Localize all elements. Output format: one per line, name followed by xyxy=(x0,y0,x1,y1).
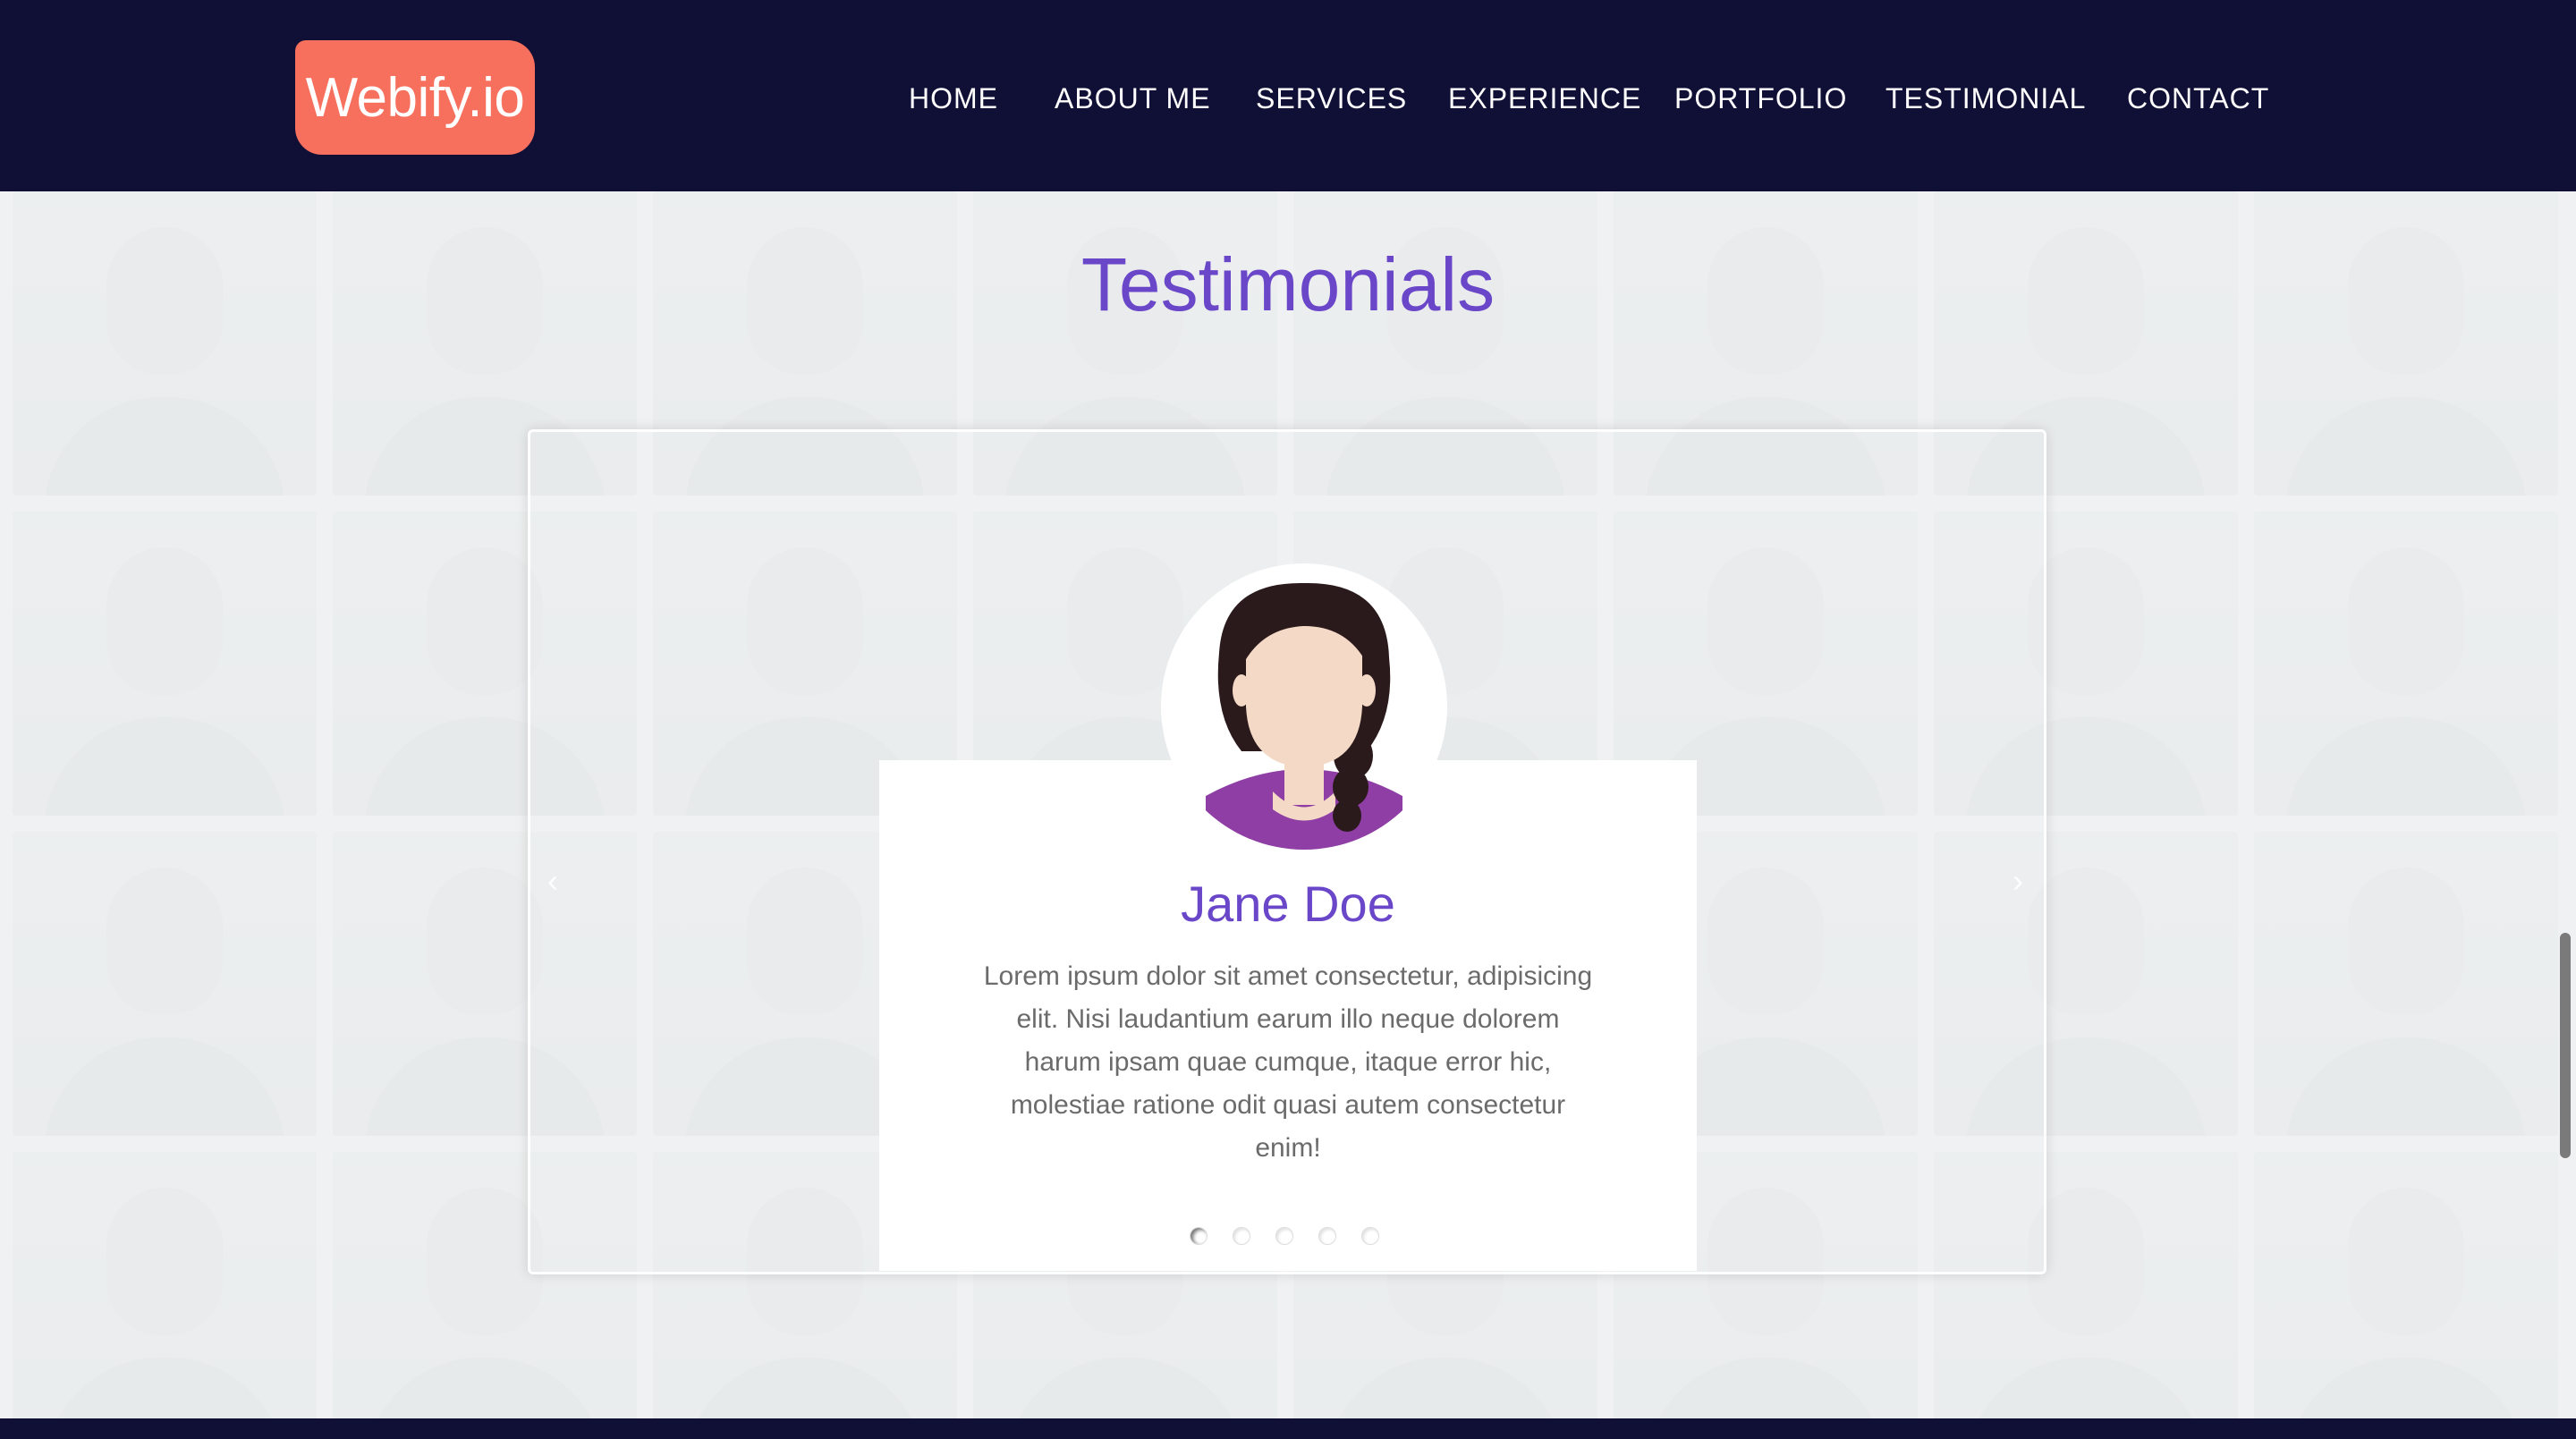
brand-logo[interactable]: Webify.io xyxy=(295,40,535,155)
page: Webify.io HOME ABOUT ME SERVICES EXPERIE… xyxy=(0,0,2576,1439)
carousel-next-arrow-icon[interactable]: › xyxy=(2012,863,2034,899)
nav-link-contact[interactable]: CONTACT xyxy=(2127,76,2269,121)
carousel-dot-3[interactable] xyxy=(1275,1227,1293,1245)
nav-link-testimonial[interactable]: TESTIMONIAL xyxy=(1885,76,2086,121)
female-avatar-icon xyxy=(1206,582,1402,850)
carousel-dot-5[interactable] xyxy=(1361,1227,1379,1245)
section-title: Testimonials xyxy=(1080,242,1496,326)
nav-link-about-me[interactable]: ABOUT ME xyxy=(1055,76,1211,121)
testimonial-avatar xyxy=(1161,563,1447,850)
testimonial-quote: Lorem ipsum dolor sit amet consectetur, … xyxy=(983,961,1593,1163)
nav-link-services[interactable]: SERVICES xyxy=(1256,76,1407,121)
page-scrollbar-thumb[interactable] xyxy=(2560,933,2571,1158)
carousel-dot-4[interactable] xyxy=(1318,1227,1336,1245)
carousel-dot-1[interactable] xyxy=(1190,1227,1208,1245)
footer-edge xyxy=(0,1418,2576,1439)
nav-link-experience[interactable]: EXPERIENCE xyxy=(1448,76,1641,121)
navbar: Webify.io HOME ABOUT ME SERVICES EXPERIE… xyxy=(0,0,2576,191)
carousel-dot-2[interactable] xyxy=(1233,1227,1250,1245)
nav-link-portfolio[interactable]: PORTFOLIO xyxy=(1674,76,1847,121)
nav-link-home[interactable]: HOME xyxy=(909,76,998,121)
testimonial-name: Jane Doe xyxy=(1181,876,1395,932)
carousel-prev-arrow-icon[interactable]: ‹ xyxy=(547,863,569,899)
